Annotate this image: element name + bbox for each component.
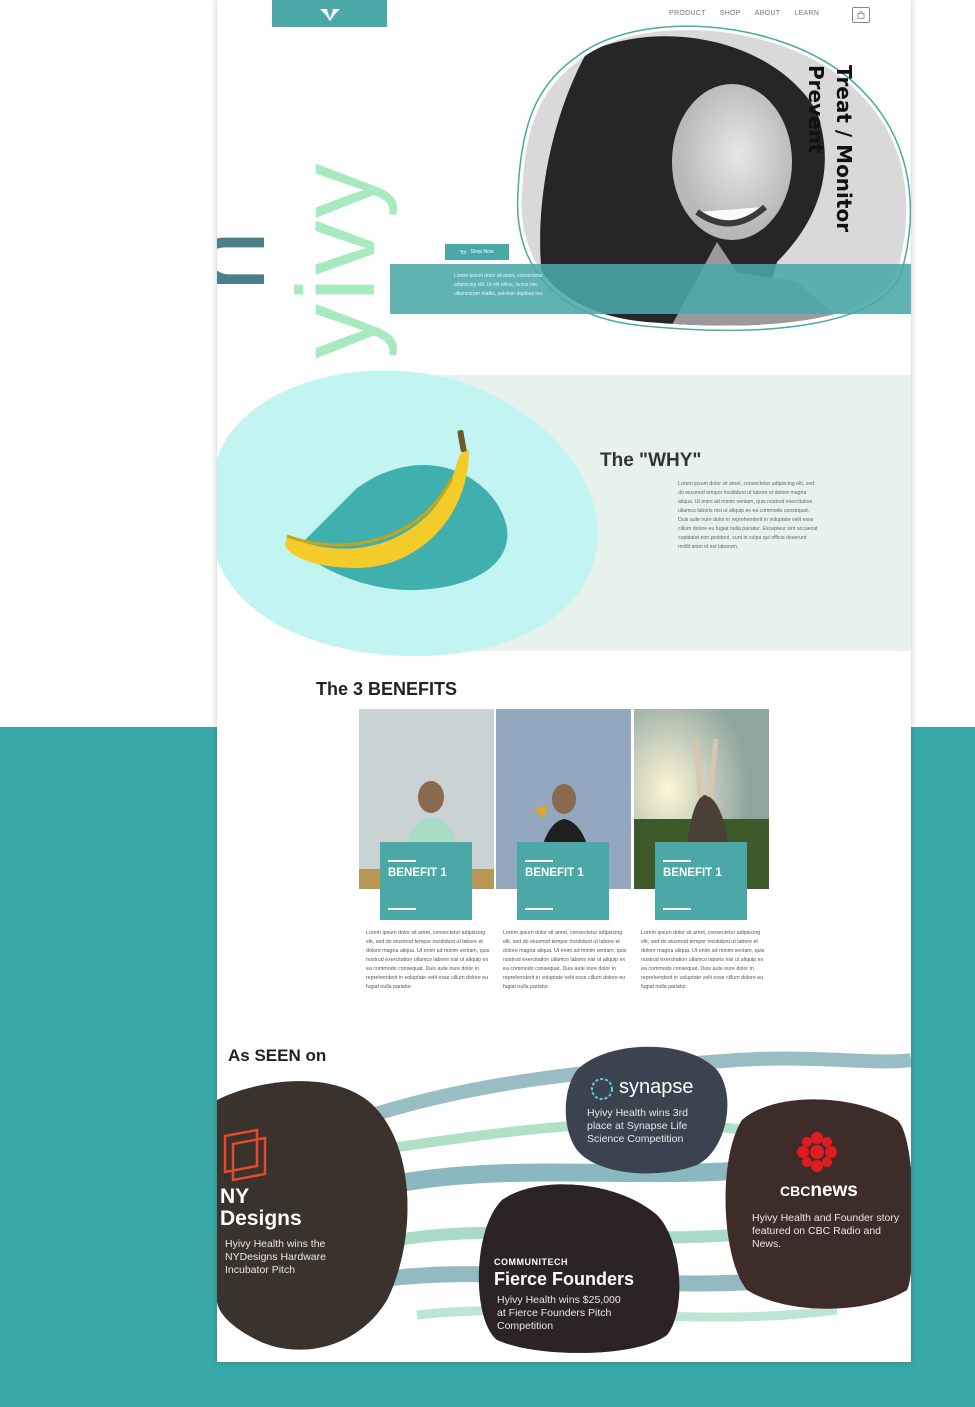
cbc-prefix: CBC bbox=[780, 1183, 811, 1199]
banana-image bbox=[217, 370, 598, 657]
shop-now-button[interactable]: Shop Now bbox=[445, 244, 509, 260]
press-title: As SEEN on bbox=[228, 1046, 327, 1065]
benefit-card-3: BENEFIT 1 Lorem ipsum dolor sit amet, co… bbox=[634, 709, 769, 1004]
hero-tagline: Treat / Monitor Prevent bbox=[804, 65, 856, 233]
tile-rule-bottom bbox=[663, 908, 691, 910]
communitech-kicker: COMMUNITECH bbox=[494, 1257, 568, 1267]
brand-letter-h: h bbox=[217, 228, 288, 291]
press-nydesigns[interactable]: NY Designs Hyivy Health wins the NYDesig… bbox=[220, 1186, 350, 1277]
fierce-founders-name: Fierce Founders bbox=[494, 1269, 635, 1289]
press-communitech[interactable]: COMMUNITECH Fierce Founders Hyivy Health… bbox=[494, 1257, 664, 1333]
tile-rule-top bbox=[525, 860, 553, 862]
benefit-label-2: BENEFIT 1 bbox=[525, 867, 584, 879]
benefits-title: The 3 BENEFITS bbox=[316, 679, 458, 699]
benefit-tile-3: BENEFIT 1 bbox=[655, 842, 747, 920]
nav-product[interactable]: PRODUCT bbox=[669, 10, 706, 17]
logo-icon bbox=[319, 8, 340, 21]
tile-rule-bottom bbox=[525, 908, 553, 910]
brand-wordmark: hyivy bbox=[217, 140, 398, 380]
cbc-logo-text: CBCnews bbox=[780, 1180, 904, 1202]
tile-rule-top bbox=[663, 860, 691, 862]
hero-blurb: Lorem ipsum dolor sit amet, consectetur … bbox=[454, 273, 544, 297]
press-cbc[interactable]: CBCnews Hyivy Health and Founder story f… bbox=[752, 1180, 904, 1251]
benefit-label-1: BENEFIT 1 bbox=[388, 867, 447, 879]
hero-band: Lorem ipsum dolor sit amet, consectetur … bbox=[390, 264, 911, 314]
shop-now-label: Shop Now bbox=[470, 249, 494, 255]
benefit-tile-1: BENEFIT 1 bbox=[380, 842, 472, 920]
nav-learn[interactable]: LEARN bbox=[794, 10, 819, 17]
benefit-text-1: Lorem ipsum dolor sit amet, consectetur … bbox=[366, 930, 490, 990]
cart-icon bbox=[460, 249, 467, 254]
page-mockup: PRODUCT SHOP ABOUT LEARN hyivy hyivy bbox=[217, 0, 911, 1362]
benefit-card-2: BENEFIT 1 Lorem ipsum dolor sit amet, co… bbox=[496, 709, 631, 1004]
why-title: The "WHY" bbox=[600, 450, 702, 471]
benefit-tile-2: BENEFIT 1 bbox=[517, 842, 609, 920]
tile-rule-top bbox=[388, 860, 416, 862]
nydesigns-text: Hyivy Health wins the NYDesigns Hardware… bbox=[225, 1238, 326, 1276]
cart-button[interactable] bbox=[852, 7, 870, 23]
benefit-card-1: BENEFIT 1 Lorem ipsum dolor sit amet, co… bbox=[359, 709, 494, 1004]
brand-rest: yivy bbox=[275, 161, 398, 359]
benefit-text-3: Lorem ipsum dolor sit amet, consectetur … bbox=[641, 930, 765, 990]
synapse-text: Hyivy Health wins 3rd place at Synapse L… bbox=[587, 1107, 688, 1145]
why-body: Lorem ipsum dolor sit amet, consectetur … bbox=[678, 481, 818, 550]
communitech-text: Hyivy Health wins $25,000 at Fierce Foun… bbox=[497, 1294, 621, 1332]
benefit-label-3: BENEFIT 1 bbox=[663, 867, 722, 879]
bag-icon bbox=[857, 11, 865, 19]
nydesigns-name: NY Designs bbox=[220, 1185, 302, 1230]
cbc-text: Hyivy Health and Founder story featured … bbox=[752, 1212, 900, 1250]
nav-about[interactable]: ABOUT bbox=[755, 10, 781, 17]
logo[interactable] bbox=[272, 0, 387, 27]
synapse-name: synapse bbox=[619, 1076, 694, 1098]
press-synapse[interactable]: synapse Hyivy Health wins 3rd place at S… bbox=[587, 1076, 707, 1146]
main-nav: PRODUCT SHOP ABOUT LEARN bbox=[669, 10, 819, 17]
cbc-news: news bbox=[810, 1180, 858, 1201]
nav-shop[interactable]: SHOP bbox=[720, 10, 741, 17]
benefit-text-2: Lorem ipsum dolor sit amet, consectetur … bbox=[503, 930, 627, 990]
tile-rule-bottom bbox=[388, 908, 416, 910]
